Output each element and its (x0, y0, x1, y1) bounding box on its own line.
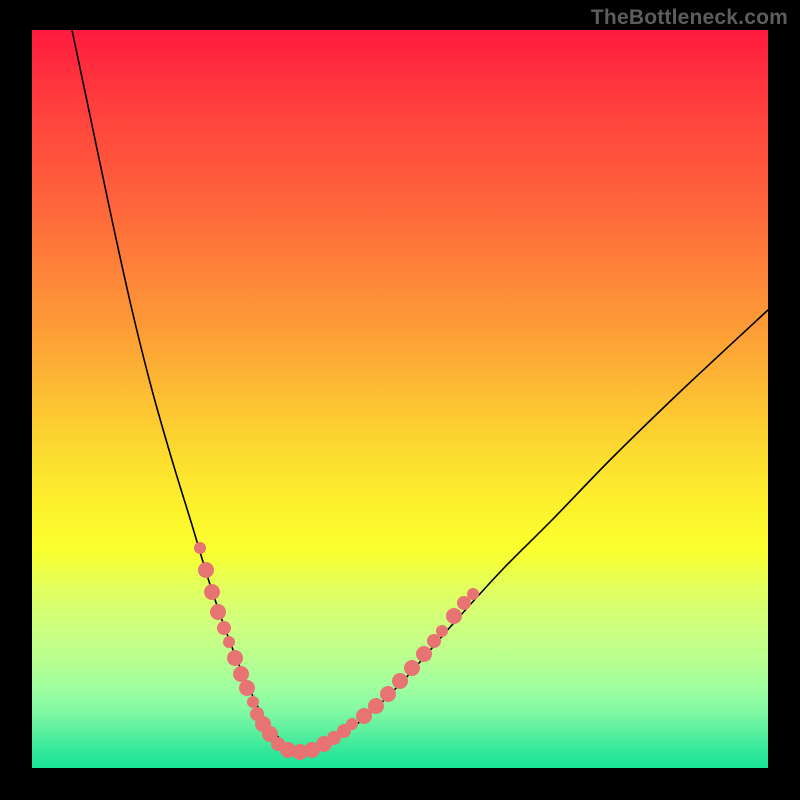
data-marker (392, 673, 408, 689)
data-marker (467, 588, 479, 600)
data-marker (380, 686, 396, 702)
data-marker (436, 625, 448, 637)
data-marker (210, 604, 226, 620)
data-marker (223, 636, 235, 648)
plot-area (32, 30, 768, 768)
data-marker (204, 584, 220, 600)
data-marker (247, 696, 259, 708)
data-marker (446, 608, 462, 624)
data-marker (368, 698, 384, 714)
data-marker (239, 680, 255, 696)
data-marker (404, 660, 420, 676)
data-marker (198, 562, 214, 578)
data-marker (227, 650, 243, 666)
bottleneck-curve (72, 30, 768, 751)
data-marker (194, 542, 206, 554)
data-marker (233, 666, 249, 682)
chart-frame: TheBottleneck.com (0, 0, 800, 800)
data-marker (217, 621, 231, 635)
curve-svg (32, 30, 768, 768)
data-marker (416, 646, 432, 662)
data-marker (346, 718, 358, 730)
marker-group (194, 542, 479, 760)
attribution-label: TheBottleneck.com (591, 6, 788, 30)
